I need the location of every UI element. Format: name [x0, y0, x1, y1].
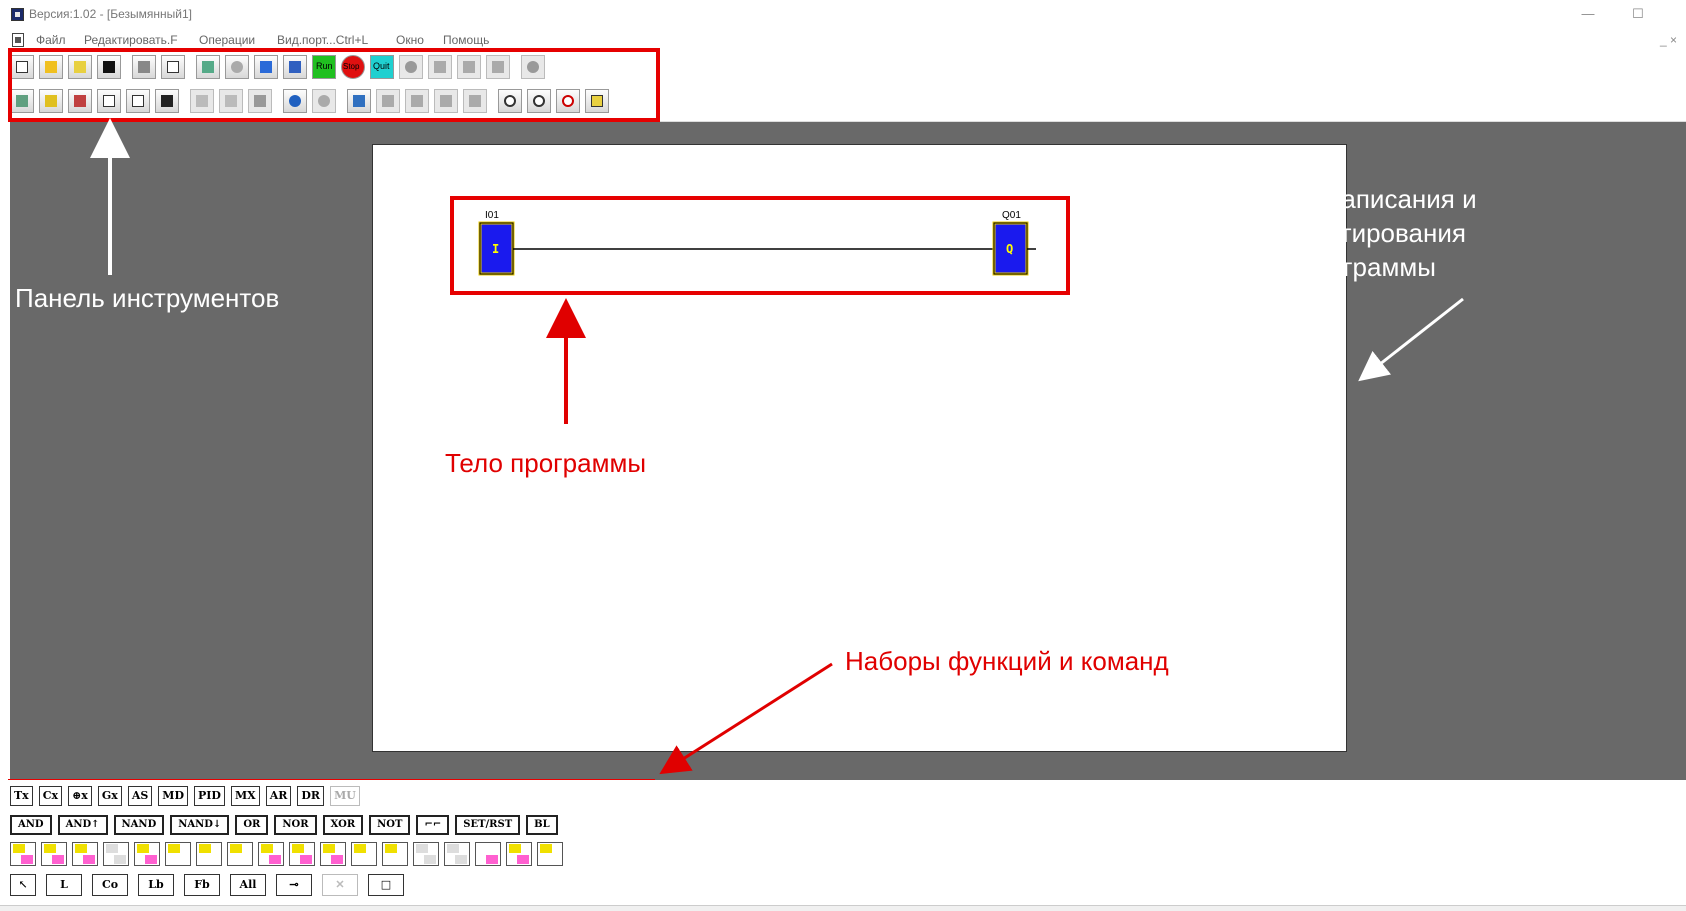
func-dr[interactable]: DR	[297, 786, 325, 806]
palette-row-tools: ↖ L Co Lb Fb All ⊸ ✕ □	[10, 870, 414, 900]
logic-or[interactable]: OR	[235, 815, 269, 835]
logic-and-rising[interactable]: AND↑	[57, 815, 108, 835]
menu-file[interactable]: Файл	[36, 33, 66, 47]
io-m-output-icon[interactable]	[196, 842, 222, 866]
func-gx[interactable]: Gx	[97, 786, 122, 806]
delete-tool[interactable]: ✕	[322, 874, 358, 896]
io-at-input-icon[interactable]	[506, 842, 532, 866]
function-palette: Tx Cx ⊕x Gx AS MD PID MX AR DR MU AND AN…	[0, 780, 1686, 911]
annotation-toolbar: Панель инструментов	[15, 283, 280, 313]
document-icon[interactable]	[12, 33, 24, 47]
io-hi-input-icon[interactable]	[258, 842, 284, 866]
menu-help[interactable]: Помощь	[443, 33, 489, 47]
io-link-out-icon	[444, 842, 470, 866]
func-cx[interactable]: Cx	[38, 786, 63, 806]
menu-operations[interactable]: Операции	[199, 33, 255, 47]
page-tool[interactable]: □	[368, 874, 404, 896]
io-q-output-icon[interactable]	[165, 842, 191, 866]
logic-bl[interactable]: BL	[526, 815, 558, 835]
status-bar	[0, 905, 1686, 911]
io-analog-input-icon[interactable]	[41, 842, 67, 866]
io-aq-output-icon[interactable]	[537, 842, 563, 866]
io-lo-input-icon[interactable]	[289, 842, 315, 866]
io-h-output-icon[interactable]	[382, 842, 408, 866]
io-x-input-icon[interactable]	[320, 842, 346, 866]
annotation-function-sets: Наборы функций и команд	[845, 646, 1169, 676]
func-pid[interactable]: PID	[194, 786, 225, 806]
window-title: Версия:1.02 - [Безымянный1]	[29, 7, 192, 21]
label-tool[interactable]: Lb	[138, 874, 174, 896]
io-disabled-icon	[103, 842, 129, 866]
comment-tool[interactable]: Co	[92, 874, 128, 896]
func-mu: MU	[330, 786, 360, 806]
logic-nand[interactable]: NAND	[113, 815, 165, 835]
func-as[interactable]: AS	[127, 786, 153, 806]
func-rtc[interactable]: ⊕x	[68, 786, 92, 806]
title-bar: Версия:1.02 - [Безымянный1] — ☐	[0, 0, 1686, 30]
io-v-input-icon[interactable]	[72, 842, 98, 866]
io-n-output-icon[interactable]	[227, 842, 253, 866]
palette-row-special: Tx Cx ⊕x Gx AS MD PID MX AR DR MU	[10, 782, 366, 810]
palette-row-io	[10, 839, 568, 869]
menu-view[interactable]: Вид.порт...Ctrl+L	[277, 33, 368, 47]
toolbar-highlight	[8, 48, 660, 122]
app-icon	[11, 8, 24, 21]
logic-xor[interactable]: XOR	[322, 815, 364, 835]
function-block-tool[interactable]: Fb	[184, 874, 220, 896]
app-window: { "window": { "title": "Версия:1.02 - [Б…	[0, 0, 1686, 911]
menu-window[interactable]: Окно	[396, 33, 424, 47]
func-tx[interactable]: Tx	[10, 786, 33, 806]
io-pwm-out-icon	[413, 842, 439, 866]
select-pointer-icon[interactable]: ↖	[10, 874, 36, 896]
io-z-input-icon[interactable]	[134, 842, 160, 866]
mdi-controls[interactable]: _ ×	[1660, 33, 1677, 47]
connect-line-icon[interactable]: L	[46, 874, 82, 896]
cut-link-tool[interactable]: ⊸	[276, 874, 312, 896]
logic-nand-falling[interactable]: NAND↓	[170, 815, 230, 835]
func-ar[interactable]: AR	[265, 786, 292, 806]
program-body-highlight	[450, 196, 1070, 295]
io-y-output-icon[interactable]	[351, 842, 377, 866]
select-all-tool[interactable]: All	[230, 874, 266, 896]
logic-set-rst[interactable]: SET/RST	[455, 815, 521, 835]
minimize-button[interactable]: —	[1576, 4, 1600, 24]
logic-pulse[interactable]: ⌐⌐	[416, 815, 450, 835]
io-input-icon[interactable]	[10, 842, 36, 866]
annotation-program-body: Тело программы	[445, 448, 647, 478]
palette-row-logic: AND AND↑ NAND NAND↓ OR NOR XOR NOT ⌐⌐ SE…	[10, 811, 564, 839]
logic-nor[interactable]: NOR	[274, 815, 317, 835]
maximize-button[interactable]: ☐	[1626, 4, 1650, 24]
func-md[interactable]: MD	[158, 786, 189, 806]
menu-edit[interactable]: Редактировать.F	[84, 33, 178, 47]
logic-not[interactable]: NOT	[369, 815, 411, 835]
io-sht-icon[interactable]	[475, 842, 501, 866]
func-mx[interactable]: MX	[230, 786, 260, 806]
logic-and[interactable]: AND	[10, 815, 52, 835]
